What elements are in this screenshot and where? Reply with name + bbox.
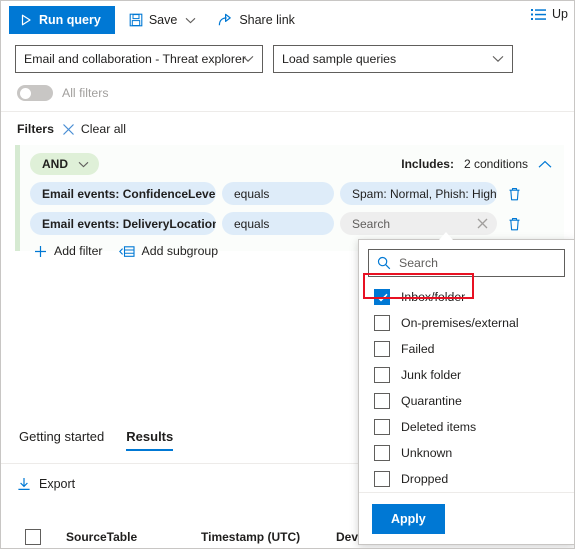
option-label: Unknown: [401, 446, 453, 460]
results-tabs: Getting started Results: [1, 429, 173, 451]
chevron-down-icon: [185, 17, 196, 24]
condition-operator-2[interactable]: equals: [222, 212, 334, 235]
run-query-button[interactable]: Run query: [9, 6, 115, 34]
chevron-down-icon: [242, 55, 254, 63]
checkbox-icon: [374, 419, 390, 435]
export-button[interactable]: Export: [17, 477, 75, 491]
subgroup-icon: [118, 245, 135, 258]
condition-field-1[interactable]: Email events: ConfidenceLevel: [30, 182, 216, 205]
column-header-sourcetable[interactable]: SourceTable: [66, 530, 201, 544]
checkbox-icon: [374, 445, 390, 461]
play-icon: [20, 14, 32, 26]
option-label: Deleted items: [401, 420, 477, 434]
includes-summary: Includes: 2 conditions: [401, 157, 554, 171]
option-label: Dropped: [401, 472, 449, 486]
option-label: Junk folder: [401, 368, 462, 382]
option-label: On-premises/external: [401, 316, 519, 330]
toggle-knob: [20, 87, 31, 99]
add-subgroup-label: Add subgroup: [141, 244, 219, 258]
filter-condition-row: Email events: ConfidenceLevel equals Spa…: [30, 182, 554, 205]
advanced-hunting-page: Run query Save Share link Up Email and c…: [0, 0, 575, 549]
group-operator-dropdown[interactable]: AND: [30, 153, 99, 175]
checkbox-icon: [374, 367, 390, 383]
schema-selector-value: Email and collaboration - Threat explore…: [24, 52, 246, 66]
chevron-down-icon: [492, 55, 504, 63]
delivery-location-dropdown: Search Inbox/folder On-premises/external…: [358, 239, 574, 545]
update-button[interactable]: Up: [531, 7, 568, 21]
collapse-group-button[interactable]: [538, 160, 552, 169]
run-query-label: Run query: [39, 13, 101, 27]
tab-results[interactable]: Results: [126, 429, 173, 451]
condition-value-1-text: Spam: Normal, Phish: High: [352, 186, 497, 201]
apply-button[interactable]: Apply: [372, 503, 445, 534]
sample-queries-selector[interactable]: Load sample queries: [273, 45, 513, 73]
plus-icon: [34, 245, 47, 258]
download-icon: [17, 477, 31, 491]
filters-header: Filters Clear all: [1, 112, 574, 145]
tab-getting-started[interactable]: Getting started: [19, 429, 104, 451]
option-label: Quarantine: [401, 394, 462, 408]
option-dropped[interactable]: Dropped: [359, 466, 574, 492]
update-label: Up: [552, 7, 568, 21]
dropdown-option-list: Inbox/folder On-premises/external Failed…: [359, 277, 574, 492]
option-label: Failed: [401, 342, 435, 356]
column-header-timestamp[interactable]: Timestamp (UTC): [201, 530, 336, 544]
export-label: Export: [39, 477, 76, 491]
option-on-premises-external[interactable]: On-premises/external: [359, 310, 574, 336]
select-all-checkbox[interactable]: [25, 528, 41, 545]
clear-all-label: Clear all: [80, 122, 127, 136]
checkbox-checked-icon: [374, 289, 390, 305]
all-filters-toggle-row: All filters: [1, 73, 574, 111]
checkbox-icon: [374, 393, 390, 409]
condition-value-2[interactable]: Search: [340, 212, 497, 235]
save-button[interactable]: Save: [121, 6, 205, 34]
share-link-button[interactable]: Share link: [210, 6, 303, 34]
option-failed[interactable]: Failed: [359, 336, 574, 362]
command-bar: Run query Save Share link Up: [1, 1, 574, 39]
checkbox-icon: [374, 315, 390, 331]
search-icon: [377, 256, 391, 270]
filter-group-header: AND Includes: 2 conditions: [30, 153, 554, 175]
chevron-down-icon: [78, 161, 89, 168]
option-junk-folder[interactable]: Junk folder: [359, 362, 574, 388]
dropdown-footer: Apply: [359, 492, 574, 544]
delete-condition-2-button[interactable]: [505, 217, 523, 231]
option-quarantine[interactable]: Quarantine: [359, 388, 574, 414]
option-label: Inbox/folder: [401, 290, 466, 304]
clear-all-button[interactable]: Clear all: [62, 122, 126, 136]
share-link-label: Share link: [239, 13, 295, 27]
share-icon: [218, 13, 233, 27]
add-filter-button[interactable]: Add filter: [34, 244, 103, 258]
condition-field-2[interactable]: Email events: DeliveryLocation: [30, 212, 216, 235]
filter-group: AND Includes: 2 conditions Email events:…: [15, 145, 564, 258]
add-filter-label: Add filter: [54, 244, 103, 258]
close-icon: [62, 123, 75, 136]
list-icon: [531, 8, 547, 21]
condition-operator-1[interactable]: equals: [222, 182, 334, 205]
condition-value-2-text: Search: [352, 216, 391, 231]
save-icon: [129, 13, 143, 27]
includes-value: 2 conditions: [463, 157, 528, 171]
delete-condition-1-button[interactable]: [505, 187, 523, 201]
includes-prefix: Includes:: [401, 157, 454, 171]
option-inbox-folder[interactable]: Inbox/folder: [359, 284, 574, 310]
dropdown-search-placeholder: Search: [399, 256, 438, 270]
add-subgroup-button[interactable]: Add subgroup: [118, 244, 219, 258]
option-deleted-items[interactable]: Deleted items: [359, 414, 574, 440]
condition-value-1[interactable]: Spam: Normal, Phish: High: [340, 182, 497, 205]
clear-value-2-button[interactable]: [467, 212, 497, 235]
schema-selector[interactable]: Email and collaboration - Threat explore…: [15, 45, 263, 73]
checkbox-icon: [374, 341, 390, 357]
all-filters-label: All filters: [62, 86, 109, 100]
save-label: Save: [148, 13, 178, 27]
checkbox-icon: [374, 471, 390, 487]
option-unknown[interactable]: Unknown: [359, 440, 574, 466]
filters-title: Filters: [17, 122, 54, 136]
dropdown-search-input[interactable]: Search: [368, 249, 565, 277]
all-filters-toggle[interactable]: [17, 85, 53, 101]
selector-row: Email and collaboration - Threat explore…: [1, 39, 574, 73]
filter-condition-row: Email events: DeliveryLocation equals Se…: [30, 212, 554, 235]
group-operator-label: AND: [42, 157, 68, 171]
sample-queries-value: Load sample queries: [282, 52, 397, 66]
